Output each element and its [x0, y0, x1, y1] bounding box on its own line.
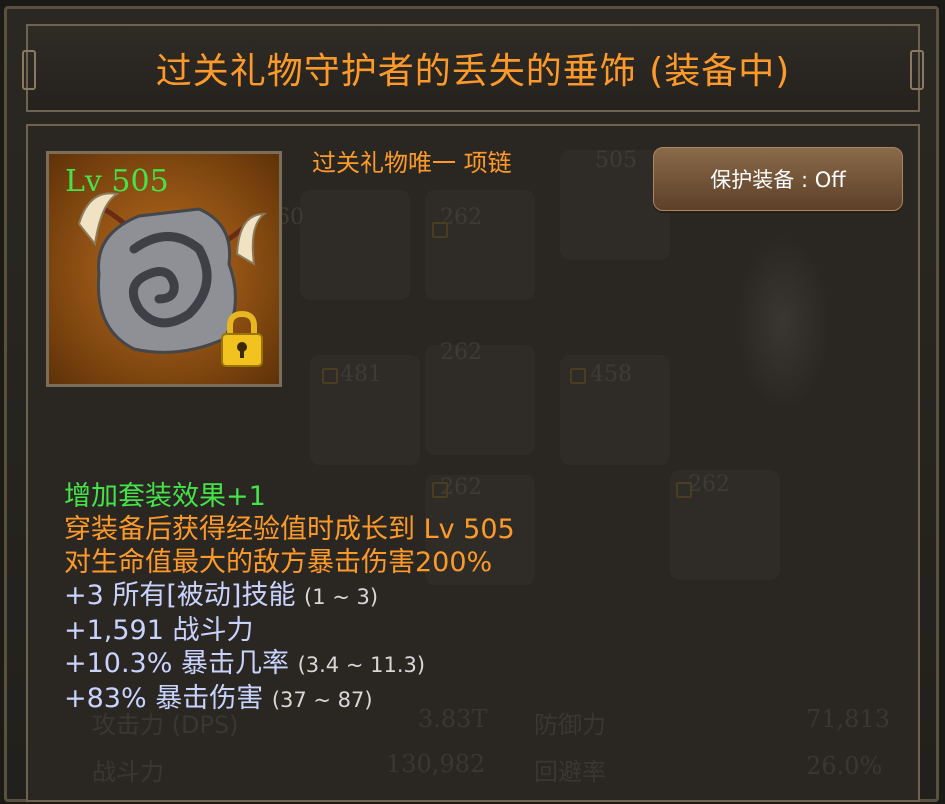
option-range: (1 ~ 3) [304, 585, 379, 609]
protect-button-label: 保护装备 : Off [710, 168, 846, 192]
option-value: +1,591 战斗力 [64, 615, 254, 646]
item-icon-slot[interactable]: Lv 505 [46, 151, 282, 387]
option-line: +83% 暴击伤害 (37 ~ 87) [64, 682, 515, 717]
option-range: (37 ~ 87) [271, 688, 373, 712]
option-value: +83% 暴击伤害 [64, 683, 264, 714]
bg-character-avatar [735, 235, 830, 410]
damage-effect-text: 对生命值最大的敌方暴击伤害200% [64, 547, 493, 578]
option-line: +3 所有[被动]技能 (1 ~ 3) [64, 579, 515, 614]
bg-slot-level: 505 [595, 148, 637, 173]
bg-slot-level: 262 [688, 472, 730, 497]
bg-slot-level: 458 [590, 362, 632, 387]
option-value: +10.3% 暴击几率 [64, 648, 289, 679]
item-title: 过关礼物守护者的丢失的垂饰 (装备中) [155, 51, 791, 92]
bg-lock-icon [432, 222, 448, 238]
bg-defense-label: 防御力 [534, 711, 606, 739]
option-line: +1,591 战斗力 [64, 614, 515, 647]
protect-equipment-button[interactable]: 保护装备 : Off [653, 147, 903, 211]
lock-icon [221, 310, 263, 367]
bg-slot-level: 262 [440, 340, 482, 365]
item-stats: 增加套装效果+1 穿装备后获得经验值时成长到 Lv 505 对生命值最大的敌方暴… [64, 480, 515, 717]
bg-slot-level: 481 [340, 362, 382, 387]
bg-evade-label: 回避率 [534, 758, 606, 786]
item-type: 过关礼物唯一 项链 [312, 149, 512, 177]
set-bonus-text: 增加套装效果+1 [64, 481, 266, 512]
option-range: (3.4 ~ 11.3) [297, 653, 426, 677]
bg-evade-value: 26.0% [806, 752, 883, 780]
option-value: +3 所有[被动]技能 [64, 580, 296, 611]
bg-power-value: 130,982 [386, 750, 486, 778]
growth-text: 穿装备后获得经验值时成长到 Lv 505 [64, 514, 515, 545]
bg-power-label: 战斗力 [92, 758, 164, 786]
item-level: Lv 505 [65, 164, 169, 199]
option-line: +10.3% 暴击几率 (3.4 ~ 11.3) [64, 647, 515, 682]
bg-lock-icon [322, 368, 338, 384]
bg-slot [300, 190, 410, 300]
bg-defense-value: 71,813 [806, 705, 890, 733]
title-bar: 过关礼物守护者的丢失的垂饰 (装备中) [22, 24, 924, 112]
bg-lock-icon [570, 368, 586, 384]
bg-lock-icon [676, 482, 692, 498]
